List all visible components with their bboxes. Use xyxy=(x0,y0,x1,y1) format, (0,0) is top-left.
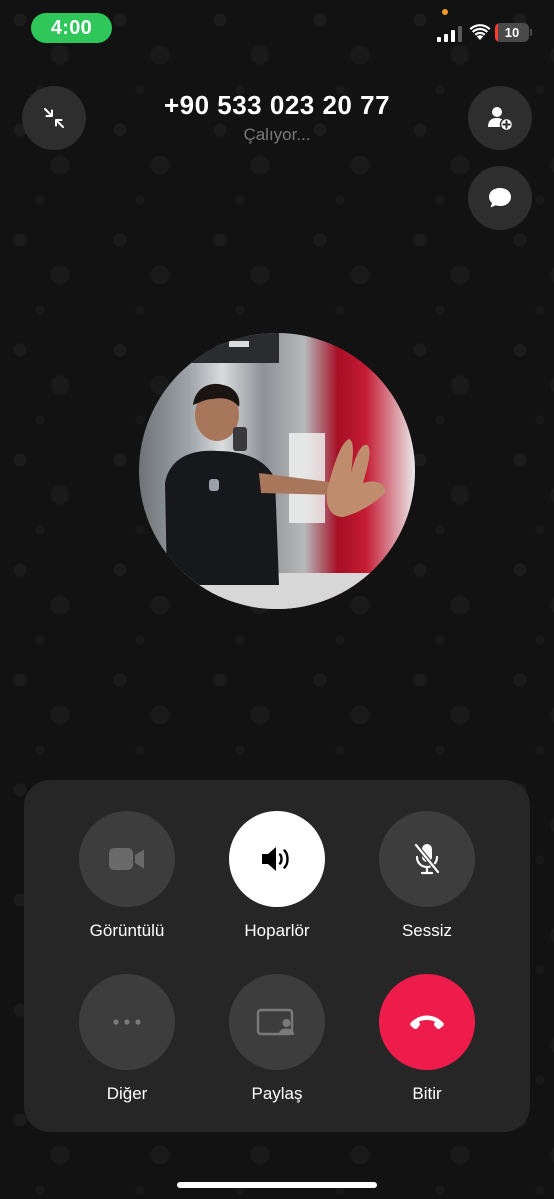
minimize-icon xyxy=(44,108,64,128)
add-person-icon xyxy=(488,107,514,132)
mute-control: Sessiz xyxy=(362,811,492,941)
speaker-icon xyxy=(262,847,289,871)
more-button[interactable] xyxy=(79,974,175,1070)
mic-off-icon xyxy=(413,842,441,875)
home-indicator[interactable] xyxy=(177,1182,377,1188)
minimize-button[interactable] xyxy=(22,86,86,150)
screen-share-icon xyxy=(256,1008,294,1036)
battery-level: 10 xyxy=(504,25,520,40)
end-call-icon xyxy=(410,1015,444,1030)
battery-icon: 10 xyxy=(495,23,529,42)
battery-nub xyxy=(530,29,532,36)
more-icon xyxy=(113,1019,141,1025)
mute-label: Sessiz xyxy=(401,921,453,940)
end-call-button[interactable] xyxy=(379,974,475,1070)
video-button[interactable] xyxy=(79,811,175,907)
video-camera-icon xyxy=(109,848,144,870)
wifi-icon xyxy=(469,24,491,40)
caller-avatar xyxy=(139,333,415,609)
message-button[interactable] xyxy=(468,166,532,230)
mute-button[interactable] xyxy=(379,811,475,907)
video-control: Görüntülü xyxy=(62,811,192,941)
video-label: Görüntülü xyxy=(89,921,165,940)
end-call-control: Bitir xyxy=(362,974,492,1104)
status-time[interactable]: 4:00 xyxy=(31,13,112,43)
share-control: Paylaş xyxy=(212,974,342,1104)
privacy-indicator xyxy=(442,9,448,15)
more-label: Diğer xyxy=(106,1084,148,1103)
more-control: Diğer xyxy=(62,974,192,1104)
caller-number: +90 533 023 20 77 xyxy=(163,90,391,120)
signal-icon xyxy=(437,26,462,42)
message-icon xyxy=(489,188,511,208)
end-call-label: Bitir xyxy=(412,1084,442,1103)
share-button[interactable] xyxy=(229,974,325,1070)
avatar-photo xyxy=(139,333,415,609)
status-bar: 4:00 10 xyxy=(0,0,554,56)
speaker-button[interactable] xyxy=(229,811,325,907)
speaker-control: Hoparlör xyxy=(212,811,342,941)
add-participant-button[interactable] xyxy=(468,86,532,150)
call-status: Çalıyor... xyxy=(243,125,311,144)
share-label: Paylaş xyxy=(251,1084,303,1103)
speaker-label: Hoparlör xyxy=(244,921,310,940)
